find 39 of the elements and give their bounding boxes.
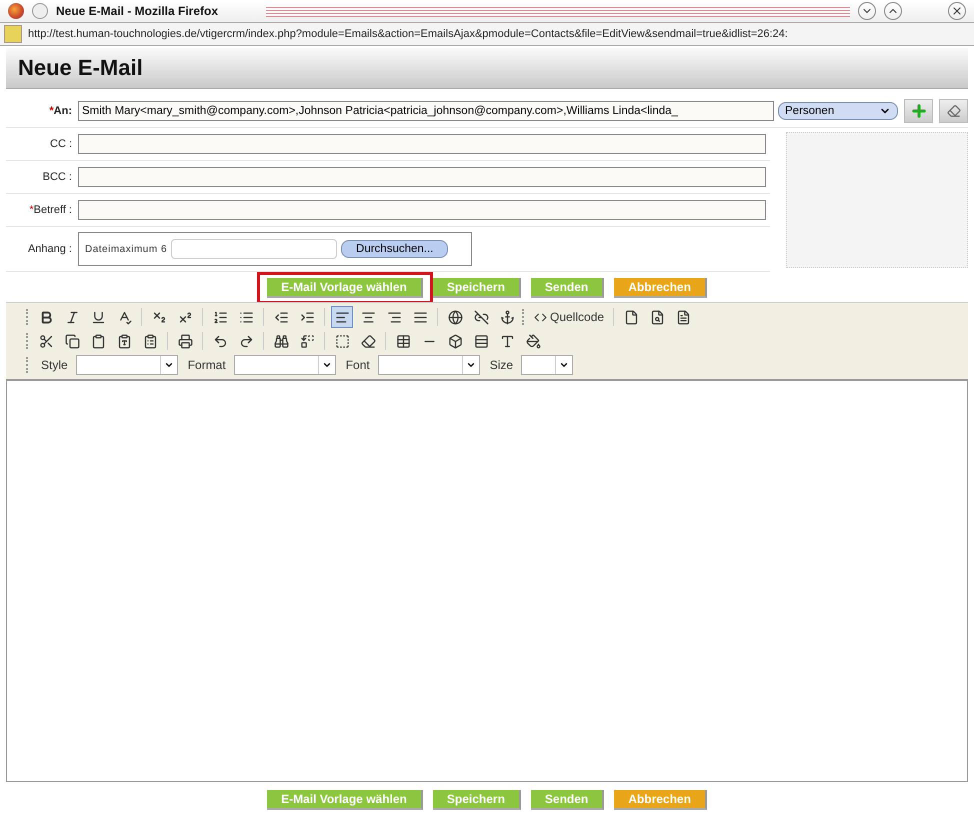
recipient-type-select[interactable]: Personen (778, 102, 898, 120)
action-button[interactable]: Speichern (432, 790, 521, 810)
field-label: *Betreff : (29, 204, 72, 216)
source-code-button[interactable]: Quellcode (531, 307, 608, 327)
field-label: Anhang : (28, 243, 72, 255)
browser-icon (8, 3, 24, 19)
maximize-icon[interactable] (884, 2, 902, 20)
input-field[interactable] (78, 200, 766, 220)
input-field[interactable] (78, 167, 766, 187)
input-field[interactable]: Smith Mary<mary_smith@company.com>,Johnson Patricia<patricia_johnson@company.com>,Williams Linda<linda_ (78, 101, 774, 121)
page-title: Neue E-Mail (18, 55, 143, 81)
action-button[interactable]: E-Mail Vorlage wählen (267, 790, 423, 810)
action-button[interactable]: Senden (530, 278, 604, 298)
dropdown-label: Format (188, 358, 226, 372)
window-title: Neue E-Mail - Mozilla Firefox (56, 4, 218, 18)
address-bar[interactable]: http://test.human-touchnologies.de/vtigercrm/index.php?module=Emails&action=EmailsAjax&pmodule=Contacts&file=EditView&sendmail=true&idlist=26:24: (0, 22, 974, 46)
add-icon[interactable] (904, 99, 934, 123)
cancel-button[interactable]: Abbrechen (614, 278, 707, 298)
dropdown-label: Size (490, 358, 514, 372)
field-label: CC : (50, 138, 72, 150)
code-icon (534, 310, 547, 324)
dropdown-label: Style (41, 358, 68, 372)
input-field[interactable] (78, 134, 766, 154)
action-button[interactable]: Speichern (432, 278, 521, 298)
minimize-icon[interactable] (858, 2, 876, 20)
align-left-icon[interactable] (331, 306, 353, 328)
eraser-icon[interactable] (939, 99, 968, 123)
cancel-button[interactable]: Abbrechen (614, 790, 707, 810)
close-icon[interactable] (948, 2, 966, 20)
dropdown-label: Font (346, 358, 370, 372)
file-limit-hint: Dateimaximum 6 (85, 244, 168, 254)
browse-button[interactable]: Durchsuchen... (341, 240, 448, 258)
url-text: http://test.human-touchnologies.de/vtigercrm/index.php?module=Emails&action=EmailsAjax&pmodule=Contacts&file=EditView&sendmail=true&idlist=26:24: (28, 28, 789, 40)
field-label: BCC : (42, 171, 72, 183)
site-icon (4, 25, 22, 43)
file-input[interactable] (171, 239, 338, 259)
action-button[interactable]: E-Mail Vorlage wählen (267, 278, 423, 298)
action-button[interactable]: Senden (530, 790, 604, 810)
field-label: *An: (49, 105, 72, 117)
